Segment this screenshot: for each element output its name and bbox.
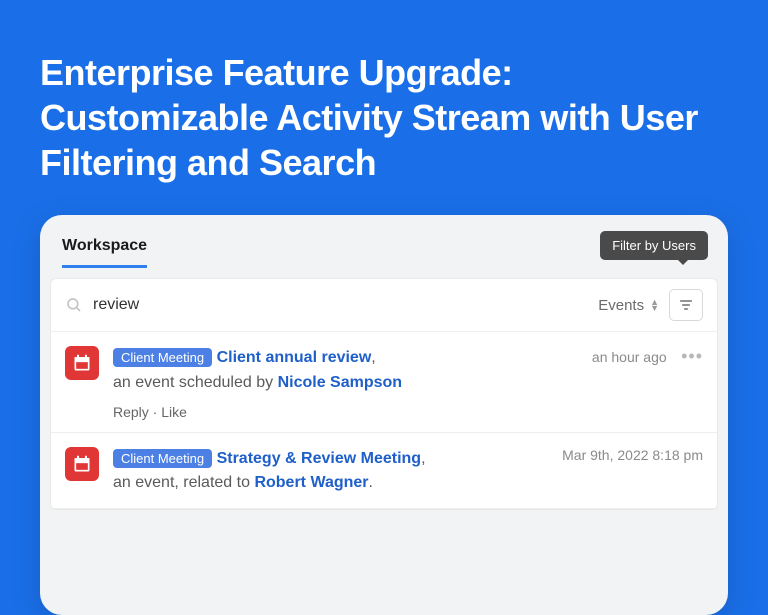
page-headline: Enterprise Feature Upgrade: Customizable… <box>0 0 768 215</box>
search-row: Events ▲▼ <box>51 279 717 332</box>
reply-link[interactable]: Reply <box>113 404 149 420</box>
item-title-line: Client Meeting Strategy & Review Meeting… <box>113 447 548 497</box>
user-link[interactable]: Robert Wagner <box>254 474 368 491</box>
item-meta: Mar 9th, 2022 8:18 pm <box>562 447 703 497</box>
item-subtitle: an event scheduled by <box>113 374 273 391</box>
tab-workspace[interactable]: Workspace <box>62 237 147 268</box>
item-time: Mar 9th, 2022 8:18 pm <box>562 447 703 463</box>
item-meta: an hour ago ••• <box>592 346 703 420</box>
search-icon <box>65 296 83 314</box>
tab-bar: Workspace Filter by Users <box>40 215 728 268</box>
calendar-icon <box>65 447 99 481</box>
filter-tooltip: Filter by Users <box>600 231 708 260</box>
category-pill[interactable]: Client Meeting <box>113 348 212 367</box>
events-select-label: Events <box>598 297 644 314</box>
search-input[interactable] <box>93 296 598 314</box>
like-link[interactable]: Like <box>161 404 187 420</box>
events-select[interactable]: Events ▲▼ <box>598 297 659 314</box>
item-body: Client Meeting Client annual review, an … <box>113 346 578 420</box>
item-time: an hour ago <box>592 349 667 365</box>
sort-icon: ▲▼ <box>650 299 659 311</box>
item-title-line: Client Meeting Client annual review, an … <box>113 346 578 396</box>
calendar-icon <box>65 346 99 380</box>
item-body: Client Meeting Strategy & Review Meeting… <box>113 447 548 497</box>
activity-item: Client Meeting Strategy & Review Meeting… <box>51 433 717 510</box>
event-title-link[interactable]: Client annual review <box>217 349 372 366</box>
more-icon[interactable]: ••• <box>681 346 703 366</box>
activity-item: Client Meeting Client annual review, an … <box>51 332 717 433</box>
filter-button[interactable] <box>669 289 703 321</box>
activity-panel: Events ▲▼ Client Meeting Client annual r… <box>50 278 718 510</box>
category-pill[interactable]: Client Meeting <box>113 449 212 468</box>
event-title-link[interactable]: Strategy & Review Meeting <box>217 450 422 467</box>
filter-icon <box>678 297 694 313</box>
user-link[interactable]: Nicole Sampson <box>278 374 402 391</box>
item-actions: Reply · Like <box>113 404 578 420</box>
item-subtitle: an event, related to <box>113 474 250 491</box>
activity-card: Workspace Filter by Users Events ▲▼ <box>40 215 728 615</box>
